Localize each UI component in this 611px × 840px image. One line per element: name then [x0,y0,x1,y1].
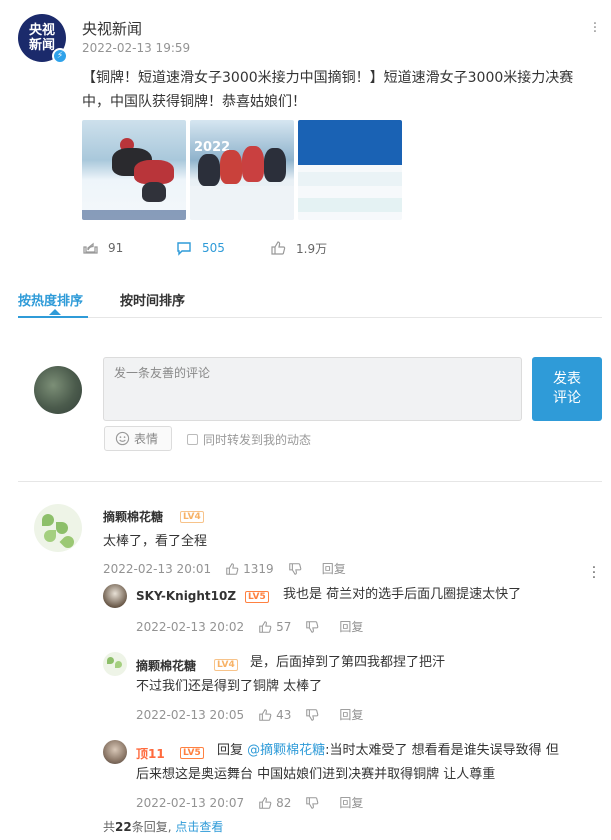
reply-author-name[interactable]: SKY-Knight10Z [136,589,236,603]
reply-meta: 2022-02-13 20:02 57 回复 [136,618,363,635]
author-name[interactable]: 央视新闻 [82,18,142,39]
repost-checkbox[interactable] [187,434,198,445]
submit-label-2: 评论 [553,390,581,406]
post-header: 央视 新闻 ⚡ 央视新闻 2022-02-13 19:59 · · · [18,14,598,64]
smiley-icon [115,431,130,446]
avatar-text-1: 央视 [28,23,55,38]
commenter-avatar[interactable] [34,504,82,552]
repost-count: 91 [108,241,124,255]
comment-like-count: 1319 [243,561,274,576]
total-prefix: 共 [103,820,116,834]
thumbs-up-icon [259,708,272,721]
comment-time: 2022-02-13 20:01 [103,561,212,576]
reply-reply-button[interactable]: 回复 [339,618,363,635]
thumbs-up-icon [271,241,286,255]
thumbs-down-icon [306,708,319,721]
active-tab-indicator [49,309,61,315]
post-text: 【铜牌！短道速滑女子3000米接力中国摘铜！】短道速滑女子3000米接力决赛中，… [82,70,574,110]
reply-meta: 2022-02-13 20:07 82 回复 [136,794,363,811]
emoji-button[interactable]: 表情 [104,426,172,451]
thumbs-down-icon [288,562,302,575]
comment-more-icon[interactable]: · · · [591,561,597,585]
post-images: 2022 [82,120,402,220]
post-time: 2022-02-13 19:59 [82,41,191,55]
reply-author-name[interactable]: 摘颗棉花糖 [136,657,196,674]
total-suffix: 条回复, [131,820,172,834]
thumbs-up-icon [226,562,239,575]
share-icon [83,242,98,254]
level-badge: LV4 [214,659,238,671]
reply-prefix: 回复 [217,743,244,758]
reply-reply-button[interactable]: 回复 [339,794,363,811]
comment-button[interactable]: 505 [176,238,270,258]
reply-dislike-button[interactable] [305,620,323,634]
reply-like-button[interactable]: 57 [258,620,291,634]
total-replies: 共22条回复, 点击查看 [103,818,223,835]
reply-avatar[interactable] [103,652,127,676]
comment-reply-button[interactable]: 回复 [322,560,346,577]
reply-like-count: 57 [276,619,292,634]
reply-text-line-1: 回复 @摘颗棉花糖:当时太难受了 想看看是谁失误导致得 但 [217,740,559,762]
comment-count: 505 [202,241,225,255]
view-all-replies-link[interactable]: 点击查看 [175,820,223,834]
mention-link[interactable]: @摘颗棉花糖 [247,743,325,758]
comment-icon [177,242,191,256]
comment-text: 太棒了，看了全程 [103,534,208,549]
reply-like-count: 82 [276,795,292,810]
verified-badge-icon: ⚡ [52,48,68,64]
divider [18,481,602,482]
reply-meta: 2022-02-13 20:05 43 回复 [136,706,363,723]
reply-author-name[interactable]: 顶11 [136,745,165,762]
sort-tabs: 按热度排序 按时间排序 [18,288,602,318]
comment-meta: 2022-02-13 20:01 1319 回复 [103,560,346,577]
tab-sort-time[interactable]: 按时间排序 [120,290,185,309]
reply-body-1: :当时太难受了 想看看是谁失误导致得 但 [325,743,559,758]
level-badge: LV5 [245,591,269,603]
commenter-name[interactable]: 摘颗棉花糖 [103,508,163,525]
active-tab-underline [18,316,88,318]
reply-text-line-2: 不过我们还是得到了铜牌 太棒了 [136,679,323,694]
total-count: 22 [115,820,132,834]
thumbs-up-icon [259,796,272,809]
my-avatar[interactable] [34,366,82,414]
reply-text: 我也是 荷兰对的选手后面几圈提速太快了 [283,587,522,602]
like-button[interactable]: 1.9万 [270,238,364,258]
reply-like-button[interactable]: 43 [258,708,291,722]
repost-to-feed-option[interactable]: 同时转发到我的动态 [187,431,311,448]
submit-label-1: 发表 [553,371,581,387]
reply-text-line-1: 是，后面掉到了第四我都捏了把汗 [250,655,446,670]
reply-reply-button[interactable]: 回复 [339,706,363,723]
thumbs-down-icon [306,620,319,633]
reply-text-line-2: 后来想这是奥运舞台 中国姑娘们进到决赛并取得铜牌 让人尊重 [136,767,496,782]
reply-avatar[interactable] [103,584,127,608]
more-options-icon[interactable]: · · · [592,17,598,39]
reply-time: 2022-02-13 20:05 [136,707,245,722]
like-count: 1.9万 [296,241,328,256]
tab-sort-hot[interactable]: 按热度排序 [18,290,83,309]
thumbs-down-icon [306,796,319,809]
level-badge: LV5 [180,747,204,759]
author-avatar[interactable]: 央视 新闻 ⚡ [18,14,68,64]
level-badge: LV4 [180,511,204,523]
reply-dislike-button[interactable] [305,708,323,722]
repost-button[interactable]: 91 [82,238,176,258]
post-actions: 91 505 1.9万 [82,238,382,258]
comment-like-button[interactable]: 1319 [225,562,274,576]
submit-comment-button[interactable]: 发表 评论 [532,357,602,421]
comment-dislike-button[interactable] [288,562,306,576]
thumbs-up-icon [259,620,272,633]
post-image-2[interactable]: 2022 [190,120,294,220]
emoji-label: 表情 [134,432,159,446]
reply-like-count: 43 [276,707,292,722]
comment-input[interactable]: 发一条友善的评论 [103,357,522,421]
reply-like-button[interactable]: 82 [258,796,291,810]
post-image-3[interactable] [298,120,402,220]
reply-avatar[interactable] [103,740,127,764]
post-image-1[interactable] [82,120,186,220]
reply-time: 2022-02-13 20:07 [136,795,245,810]
reply-time: 2022-02-13 20:02 [136,619,245,634]
repost-label: 同时转发到我的动态 [203,433,312,447]
reply-dislike-button[interactable] [305,796,323,810]
